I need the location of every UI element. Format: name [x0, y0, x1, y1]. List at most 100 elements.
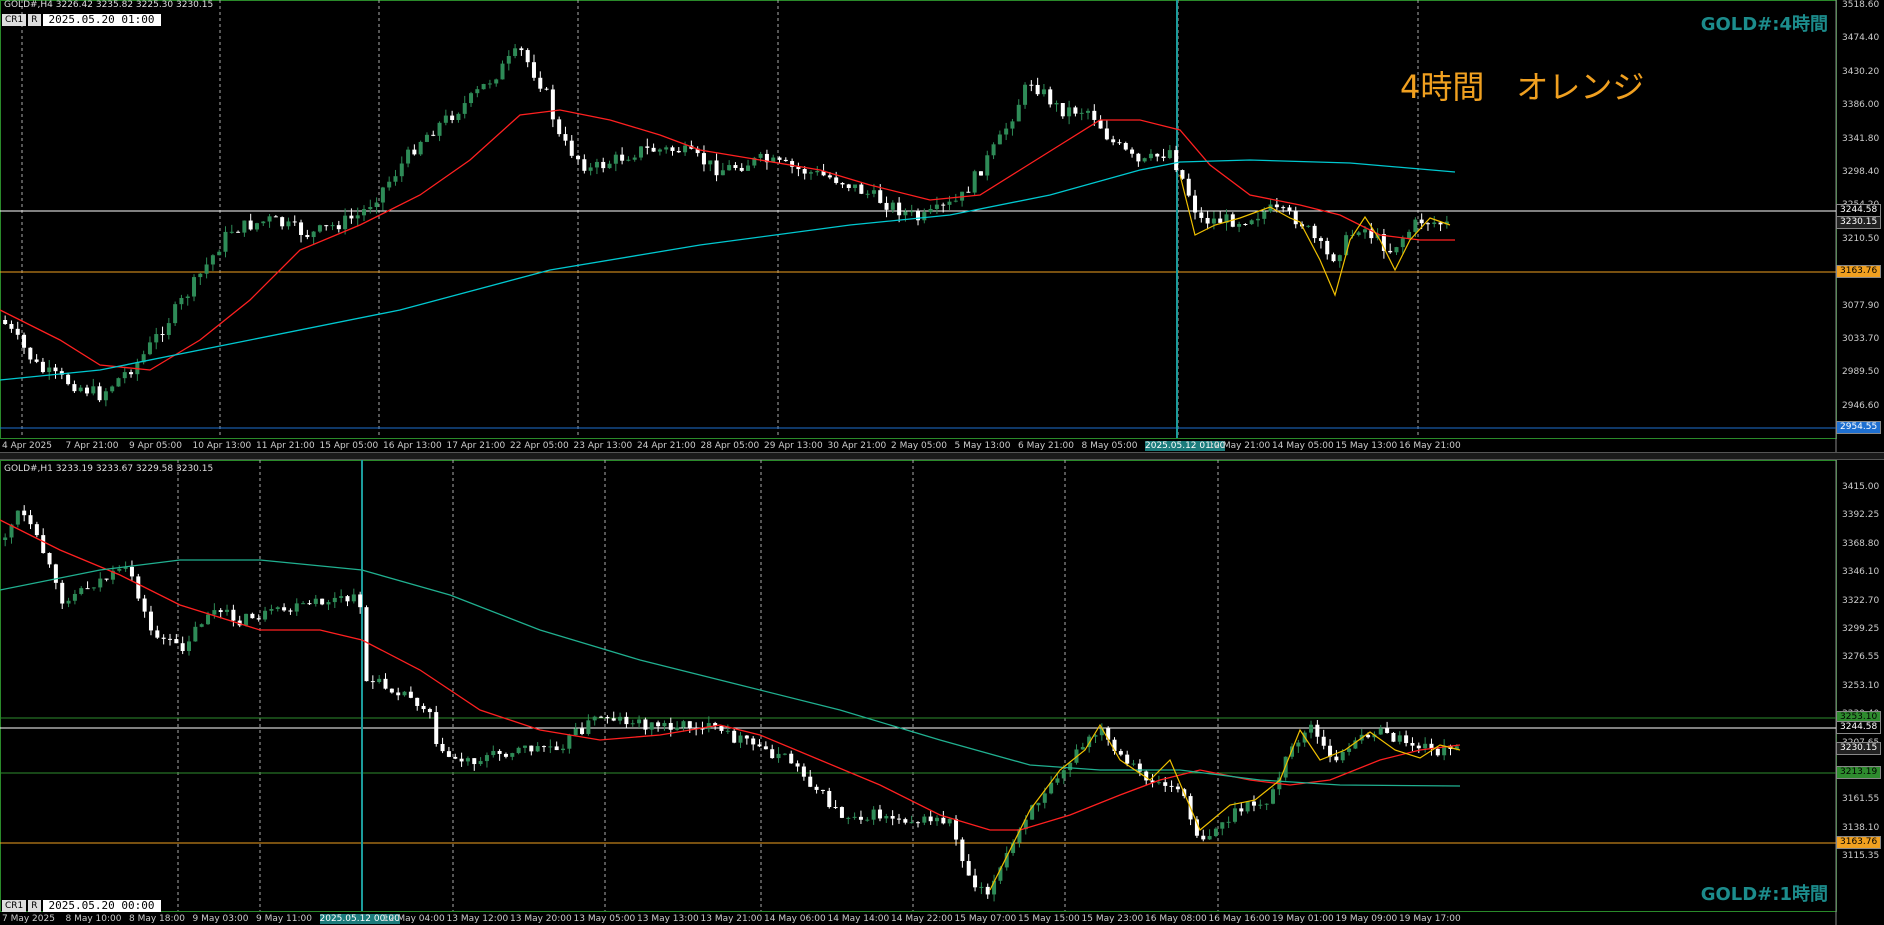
- candle-bear: [1117, 142, 1122, 144]
- h1-datetime: 2025.05.20 00:00: [42, 900, 161, 912]
- price-axis-label: 3430.20: [1842, 66, 1880, 77]
- candle-bear: [72, 384, 77, 392]
- candle-bull: [110, 386, 115, 392]
- candle-bull: [1432, 222, 1437, 225]
- candle-bull: [399, 163, 404, 177]
- plot-frame: [0, 460, 1837, 912]
- candle-bear: [624, 716, 629, 725]
- candle-bull: [738, 735, 743, 743]
- candle-bull: [1016, 104, 1021, 122]
- candle-bear: [739, 167, 744, 171]
- candle-bear: [801, 766, 806, 777]
- candle-bull: [275, 607, 280, 610]
- price-axis-label: 3161.55: [1842, 794, 1880, 805]
- candle-bull: [586, 720, 591, 734]
- time-axis-label: 24 Apr 21:00: [637, 441, 696, 451]
- candle-bear: [897, 202, 902, 216]
- candle-bear: [324, 225, 329, 227]
- h1-chart-canvas[interactable]: [0, 460, 1884, 925]
- candle-bull: [1220, 822, 1225, 829]
- candle-bear: [248, 220, 253, 230]
- h1-r-button[interactable]: R: [28, 900, 41, 912]
- candle-bull: [78, 387, 83, 392]
- time-axis-label: 22 Apr 05:00: [510, 441, 569, 451]
- candle-bear: [472, 758, 477, 765]
- candle-bull: [166, 323, 171, 336]
- time-axis-label: 13 May 21:00: [700, 914, 763, 924]
- price-axis-label: 3077.90: [1842, 300, 1880, 311]
- candle-bear: [795, 763, 800, 767]
- candle-bull: [852, 816, 857, 818]
- candle-bear: [503, 753, 508, 757]
- candle-bear: [1193, 195, 1198, 213]
- candle-bull: [865, 193, 870, 195]
- candle-bear: [104, 578, 109, 580]
- h4-r-button[interactable]: R: [28, 14, 41, 26]
- h4-cr1-button[interactable]: CR1: [2, 14, 27, 26]
- candle-bull: [516, 747, 521, 754]
- ma-fast-line: [0, 519, 1461, 831]
- time-axis-label: 10 Apr 13:00: [192, 441, 252, 451]
- price-tag: 2954.55: [1836, 421, 1882, 434]
- price-axis-label: 2946.60: [1842, 400, 1880, 411]
- price-axis-label: 3346.10: [1842, 567, 1880, 578]
- candle-bull: [922, 816, 927, 823]
- candle-bear: [1287, 207, 1292, 212]
- candle-bull: [1337, 255, 1342, 262]
- candle-bull: [979, 886, 984, 888]
- candle-bear: [236, 231, 241, 233]
- candle-bull: [187, 641, 192, 652]
- candle-bear: [459, 758, 464, 762]
- candle-bull: [229, 231, 234, 233]
- candle-bear: [732, 730, 737, 743]
- h1-cr1-button[interactable]: CR1: [2, 900, 27, 912]
- candle-bear: [383, 678, 388, 689]
- pane-divider[interactable]: [0, 452, 1884, 460]
- candle-bear: [668, 722, 673, 730]
- candle-bull: [630, 723, 635, 725]
- time-axis-label: 7 May 2025: [2, 914, 55, 924]
- candle-bull: [179, 298, 184, 305]
- candle-bear: [1416, 745, 1421, 749]
- candle-bear: [719, 726, 724, 731]
- candle-bear: [15, 328, 20, 335]
- chart-pane-h4[interactable]: GOLD#,H4 3226.42 3235.82 3225.30 3230.15…: [0, 0, 1884, 452]
- h4-ohlc-info: GOLD#,H4 3226.42 3235.82 3225.30 3230.15: [4, 0, 214, 10]
- candle-bull: [947, 818, 952, 824]
- time-axis-label: 14 May 14:00: [827, 914, 890, 924]
- candle-bull: [657, 149, 662, 152]
- price-axis-label: 3518.60: [1842, 0, 1880, 10]
- candle-bear: [421, 705, 426, 710]
- time-axis-label: 9 May 03:00: [192, 914, 249, 924]
- time-axis-label: 16 Apr 13:00: [383, 441, 442, 451]
- candle-bear: [569, 140, 574, 156]
- candle-bull: [242, 220, 247, 233]
- price-axis-label: 3253.10: [1842, 680, 1880, 691]
- candle-bear: [1425, 223, 1430, 225]
- candle-bull: [1378, 728, 1383, 735]
- candle-bear: [701, 153, 706, 165]
- candle-bear: [440, 743, 445, 752]
- candle-bear: [670, 147, 675, 151]
- candle-bear: [827, 175, 832, 178]
- candle-bear: [129, 372, 134, 375]
- candle-bull: [934, 204, 939, 209]
- candle-bull: [953, 200, 958, 202]
- candle-bull: [311, 231, 316, 238]
- candle-bear: [273, 216, 278, 218]
- chart-pane-h1[interactable]: GOLD#,H1 3233.19 3233.67 3229.58 3230.15…: [0, 460, 1884, 925]
- candle-bull: [185, 296, 190, 299]
- candle-bear: [85, 588, 90, 590]
- price-axis-label: 3474.40: [1842, 33, 1880, 44]
- candle-bear: [1073, 107, 1078, 114]
- candle-bull: [1237, 224, 1242, 227]
- candle-bear: [358, 594, 363, 608]
- candle-bull: [66, 600, 71, 604]
- candle-bull: [871, 809, 876, 820]
- candle-bear: [1293, 211, 1298, 225]
- candle-bull: [681, 721, 686, 728]
- price-axis-label: 3392.25: [1842, 510, 1880, 521]
- candle-bull: [884, 816, 889, 819]
- time-axis-label: 17 Apr 21:00: [446, 441, 506, 451]
- candle-bull: [1245, 801, 1250, 812]
